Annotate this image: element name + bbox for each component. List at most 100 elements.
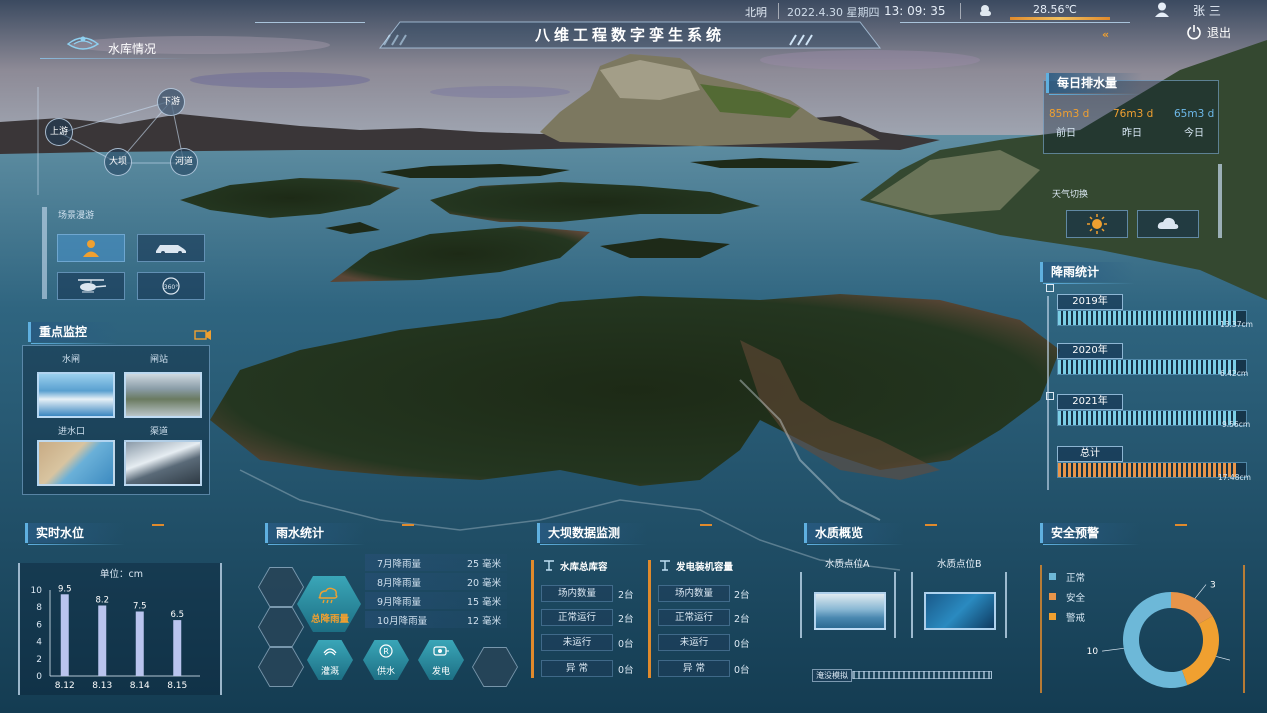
x-tick-label: 8.14 bbox=[130, 681, 150, 690]
dam-right-label: 未运行 bbox=[658, 634, 730, 651]
quality-thumb-a[interactable] bbox=[814, 592, 886, 630]
camera-label-station: 闸站 bbox=[150, 355, 169, 365]
use-supply-label: 供水 bbox=[376, 667, 395, 677]
discharge-value: 65m3 d bbox=[1174, 108, 1215, 120]
weather-cloudy-button[interactable] bbox=[1137, 210, 1199, 238]
dam-left-value: 2台 bbox=[618, 614, 634, 625]
collapse-chevron-icon[interactable]: « bbox=[1102, 28, 1109, 41]
rain-stats-title: 雨水统计 bbox=[265, 523, 365, 545]
camera-icon[interactable] bbox=[194, 327, 212, 343]
page-title: 八维工程数字孪生系统 bbox=[534, 26, 725, 44]
discharge-value: 76m3 d bbox=[1113, 108, 1154, 120]
camera-label-sluice: 水闸 bbox=[62, 355, 81, 365]
logout-button[interactable]: 退出 bbox=[1207, 24, 1231, 41]
dam-right-label: 异 常 bbox=[658, 660, 730, 677]
dam-right-value: 0台 bbox=[734, 639, 750, 650]
panel-accent bbox=[402, 524, 414, 526]
cloud-icon bbox=[1157, 217, 1179, 229]
water-level-title: 实时水位 bbox=[25, 523, 125, 545]
legend-swatch bbox=[1049, 593, 1056, 600]
bar-value-label: 9.5 bbox=[58, 584, 72, 594]
scene-roam-title: 场景漫游 bbox=[58, 211, 95, 221]
dam-left-label: 未运行 bbox=[541, 634, 613, 651]
rain-row: 9月降雨量 15 毫米 bbox=[365, 592, 507, 609]
roam-helicopter-button[interactable] bbox=[57, 272, 125, 300]
donut-leader bbox=[1194, 584, 1207, 599]
scene-roam-rail bbox=[42, 207, 47, 299]
svg-text:R: R bbox=[383, 647, 389, 656]
registered-water-icon: R bbox=[379, 644, 393, 658]
camera-thumb-sluice[interactable] bbox=[37, 372, 115, 418]
dam-right-value: 2台 bbox=[734, 614, 750, 625]
generator-icon bbox=[433, 646, 449, 656]
rain-row-value: 20 毫米 bbox=[467, 578, 502, 589]
y-tick-label: 6 bbox=[36, 620, 42, 630]
flood-sim-slider[interactable] bbox=[852, 671, 992, 679]
rainfall-bar bbox=[1057, 359, 1247, 375]
temperature-text: 28.56℃ bbox=[1033, 3, 1077, 16]
quality-point-a-label: 水质点位A bbox=[825, 559, 870, 570]
dam-left-value: 2台 bbox=[618, 590, 634, 601]
nav-node-dam[interactable]: 大坝 bbox=[104, 148, 132, 176]
dam-right-value: 0台 bbox=[734, 665, 750, 676]
user-icon[interactable] bbox=[1154, 2, 1170, 17]
dam-left-heading: 水库总库容 bbox=[560, 562, 608, 573]
safety-title: 安全预警 bbox=[1040, 523, 1140, 545]
dam-left-label: 正常运行 bbox=[541, 609, 613, 626]
total-rain-label: 总降雨量 bbox=[310, 614, 349, 625]
camera-thumb-channel[interactable] bbox=[124, 440, 202, 486]
nav-node-river[interactable]: 河道 bbox=[170, 148, 198, 176]
panel-accent bbox=[1175, 524, 1187, 526]
donut-value-label: 10 bbox=[1087, 647, 1099, 657]
roam-car-button[interactable] bbox=[137, 234, 205, 262]
legend-swatch bbox=[1049, 613, 1056, 620]
title-line-right bbox=[900, 22, 1130, 23]
use-power-label: 发电 bbox=[431, 667, 450, 677]
water-level-bar bbox=[98, 605, 107, 676]
quality-thumb-b[interactable] bbox=[924, 592, 996, 630]
discharge-label: 前日 bbox=[1056, 128, 1076, 139]
cloud-icon bbox=[980, 5, 991, 16]
roam-360-button[interactable]: 360° bbox=[137, 272, 205, 300]
rain-row-value: 12 毫米 bbox=[467, 616, 502, 627]
360-icon: 360° bbox=[162, 277, 180, 295]
weather-sunny-button[interactable] bbox=[1066, 210, 1128, 238]
legend-swatch bbox=[1049, 573, 1056, 580]
user-name[interactable]: 张 三 bbox=[1193, 2, 1221, 19]
y-tick-label: 4 bbox=[36, 638, 42, 648]
svg-text:360°: 360° bbox=[164, 284, 178, 291]
rain-cloud-icon bbox=[318, 587, 338, 604]
header-divider bbox=[778, 3, 779, 19]
roam-person-button[interactable] bbox=[57, 234, 125, 262]
rainfall-value: 6.42cm bbox=[1220, 369, 1249, 378]
camera-thumb-station[interactable] bbox=[124, 372, 202, 418]
use-irrigation-label: 灌溉 bbox=[320, 667, 339, 677]
sun-icon bbox=[1087, 214, 1107, 234]
nav-node-downstream[interactable]: 下游 bbox=[157, 88, 185, 116]
rainfall-year: 总计 bbox=[1057, 446, 1123, 462]
dam-right-label: 正常运行 bbox=[658, 609, 730, 626]
rain-row: 8月降雨量 20 毫米 bbox=[365, 573, 507, 590]
water-level-bar bbox=[135, 611, 144, 676]
rain-row: 10月降雨量 12 毫米 bbox=[365, 611, 507, 628]
person-icon bbox=[83, 240, 99, 257]
donut-slice bbox=[1181, 616, 1219, 686]
rainfall-year: 2019年 bbox=[1057, 294, 1123, 310]
water-level-bar bbox=[60, 594, 69, 676]
dam-left-label: 场内数量 bbox=[541, 585, 613, 602]
car-icon bbox=[156, 245, 186, 255]
title-bar: 八维工程数字孪生系统 bbox=[360, 18, 900, 52]
location-label[interactable]: 水库情况 bbox=[108, 40, 156, 57]
water-quality-title: 水质概览 bbox=[804, 523, 904, 545]
discharge-label: 今日 bbox=[1184, 128, 1204, 139]
rain-row-value: 15 毫米 bbox=[467, 597, 502, 608]
y-tick-label: 2 bbox=[36, 655, 42, 665]
dam-right-rail bbox=[648, 560, 651, 678]
rain-row-label: 10月降雨量 bbox=[377, 616, 428, 627]
y-tick-label: 8 bbox=[36, 603, 42, 613]
power-icon[interactable] bbox=[1186, 24, 1202, 40]
reservoir-icon bbox=[544, 560, 554, 571]
rain-row: 7月降雨量 25 毫米 bbox=[365, 554, 507, 571]
camera-thumb-intake[interactable] bbox=[37, 440, 115, 486]
nav-node-upstream[interactable]: 上游 bbox=[45, 118, 73, 146]
